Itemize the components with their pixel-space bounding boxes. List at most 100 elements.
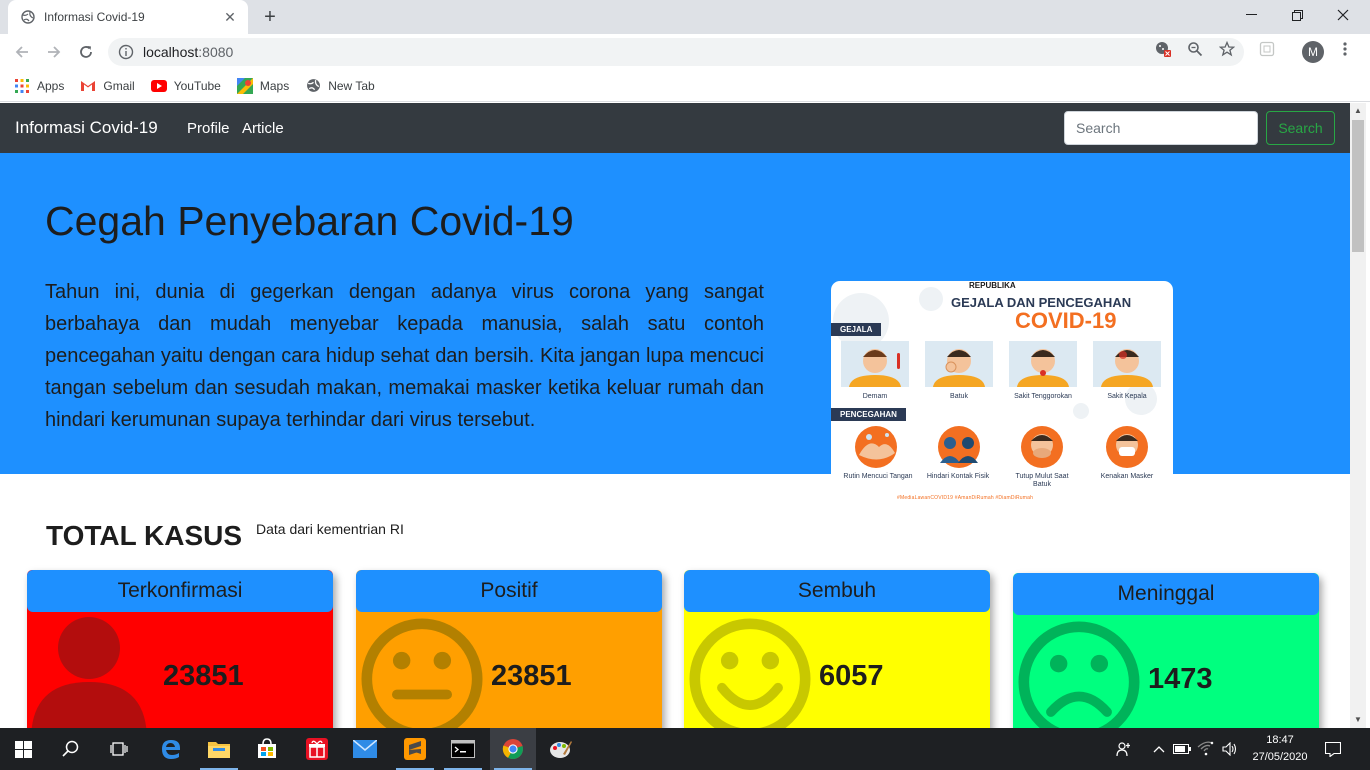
- section-subtitle: Data dari kementrian RI: [256, 521, 404, 537]
- people-icon[interactable]: [1112, 728, 1136, 770]
- bookmark-new-tab[interactable]: New Tab: [305, 78, 375, 94]
- stat-card-meninggal: Meninggal 1473: [1013, 573, 1319, 728]
- card-value: 23851: [163, 660, 244, 692]
- nav-link-article[interactable]: Article: [242, 120, 284, 137]
- paint-taskbar-button[interactable]: [538, 728, 584, 770]
- card-header: Sembuh: [684, 570, 990, 612]
- scroll-up-icon[interactable]: ▲: [1350, 103, 1366, 119]
- terminal-icon: [451, 740, 475, 758]
- person-icon: [31, 617, 147, 728]
- wifi-icon[interactable]: [1196, 728, 1216, 770]
- card-value: 6057: [819, 660, 884, 692]
- minimize-button[interactable]: [1228, 0, 1274, 30]
- search-button[interactable]: Search: [1266, 111, 1335, 145]
- chrome-taskbar-button[interactable]: [490, 728, 536, 770]
- youtube-icon: [150, 78, 167, 94]
- bookmark-label: YouTube: [173, 78, 221, 93]
- volume-icon[interactable]: [1220, 728, 1240, 770]
- card-value: 23851: [491, 660, 572, 692]
- no-contact-figure-icon: [938, 426, 980, 468]
- infographic-covid-title: COVID-19: [1015, 308, 1117, 333]
- bookmark-apps[interactable]: Apps: [14, 78, 64, 94]
- hero-text: Tahun ini, dunia di gegerkan dengan adan…: [45, 281, 764, 431]
- close-window-button[interactable]: [1320, 0, 1366, 30]
- file-explorer-taskbar-button[interactable]: [196, 728, 242, 770]
- covid-infographic: REPUBLIKA GEJALA DAN PENCEGAHAN COVID-19…: [831, 281, 1173, 506]
- infographic-item: Tutup Mulut Saat Batuk: [1015, 473, 1069, 488]
- scrollbar-thumb[interactable]: [1352, 120, 1364, 252]
- sublime-taskbar-button[interactable]: [392, 728, 438, 770]
- zoom-icon[interactable]: [1186, 40, 1204, 58]
- hand-wash-figure-icon: [855, 426, 897, 468]
- bookmark-label: Apps: [37, 78, 65, 93]
- back-button[interactable]: [10, 40, 34, 64]
- nav-link-profile[interactable]: Profile: [187, 120, 230, 137]
- search-input[interactable]: [1064, 111, 1258, 145]
- bookmark-label: Maps: [259, 78, 290, 93]
- mask-figure-icon: [1106, 426, 1148, 468]
- notification-icon[interactable]: [1320, 728, 1346, 770]
- gmail-icon: [80, 78, 96, 94]
- cough-figure-icon: [925, 341, 993, 387]
- clock-time: 18:47: [1266, 734, 1294, 746]
- stat-card-terkonfirmasi: Terkonfirmasi 23851: [27, 570, 333, 728]
- browser-toolbar: localhost:8080 M: [0, 34, 1370, 70]
- section-title: TOTAL KASUS: [46, 520, 243, 551]
- search-taskbar-button[interactable]: [48, 728, 94, 770]
- infographic-item: Rutin Mencuci Tangan: [843, 473, 913, 480]
- url-host: localhost: [143, 44, 199, 60]
- maps-icon: [236, 77, 253, 94]
- store-taskbar-button[interactable]: [244, 728, 290, 770]
- new-tab-button[interactable]: +: [258, 5, 282, 29]
- navbar-brand[interactable]: Informasi Covid-19: [15, 118, 158, 138]
- chevron-up-icon[interactable]: [1150, 728, 1168, 770]
- infographic-tag-gejala: GEJALA: [831, 323, 882, 336]
- task-view-button[interactable]: [96, 728, 142, 770]
- blocked-cookie-icon[interactable]: [1154, 40, 1172, 58]
- infographic-item: Hindari Kontak Fisik: [926, 473, 990, 480]
- store-icon: [258, 738, 276, 758]
- terminal-taskbar-button[interactable]: [440, 728, 486, 770]
- edge-taskbar-button[interactable]: [148, 728, 194, 770]
- battery-icon[interactable]: [1172, 728, 1192, 770]
- bookmark-label: New Tab: [328, 78, 375, 93]
- infographic-item: Batuk: [950, 393, 968, 400]
- page-scrollbar[interactable]: ▲ ▼: [1350, 103, 1366, 728]
- close-tab-icon[interactable]: ✕: [222, 9, 238, 25]
- restore-button[interactable]: [1274, 0, 1320, 30]
- infographic-item: Kenakan Masker: [1100, 473, 1154, 480]
- cover-cough-figure-icon: [1021, 426, 1063, 468]
- bookmark-star-icon[interactable]: [1218, 40, 1236, 58]
- forward-button[interactable]: [42, 40, 66, 64]
- chrome-icon: [502, 739, 523, 760]
- address-bar[interactable]: localhost:8080: [108, 38, 1244, 66]
- gift-app-taskbar-button[interactable]: [294, 728, 340, 770]
- reload-button[interactable]: [74, 40, 98, 64]
- taskbar-clock[interactable]: 18:47 27/05/2020: [1249, 732, 1311, 766]
- edge-icon: [162, 740, 180, 759]
- sublime-text-icon: [404, 738, 426, 760]
- clock-date: 27/05/2020: [1252, 751, 1308, 763]
- bookmarks-bar: Apps Gmail YouTube Maps New Tab: [0, 70, 1370, 102]
- task-view-icon: [110, 742, 128, 756]
- bookmark-youtube[interactable]: YouTube: [150, 78, 221, 94]
- bookmark-gmail[interactable]: Gmail: [80, 78, 135, 94]
- extension-icon[interactable]: [1258, 40, 1276, 58]
- bookmark-label: Gmail: [103, 78, 135, 93]
- bookmark-maps[interactable]: Maps: [236, 77, 290, 94]
- windows-logo-icon: [14, 740, 32, 758]
- profile-avatar[interactable]: M: [1302, 41, 1324, 63]
- folder-icon: [208, 742, 230, 758]
- smile-face-icon: [689, 618, 811, 728]
- browser-tab[interactable]: Informasi Covid-19 ✕: [8, 0, 248, 34]
- menu-dots-icon[interactable]: [1336, 40, 1354, 58]
- info-icon[interactable]: [118, 44, 134, 60]
- scroll-down-icon[interactable]: ▼: [1350, 712, 1366, 728]
- mail-taskbar-button[interactable]: [342, 728, 388, 770]
- infographic-item: Sakit Kepala: [1107, 393, 1147, 400]
- sore-throat-figure-icon: [1009, 341, 1077, 387]
- infographic-hashtags: #MediaLawanCOVID19 #AmanDiRumah #DiamDiR…: [897, 495, 1034, 501]
- url-text: localhost:8080: [143, 44, 233, 60]
- start-button[interactable]: [0, 728, 46, 770]
- globe-icon: [20, 9, 36, 25]
